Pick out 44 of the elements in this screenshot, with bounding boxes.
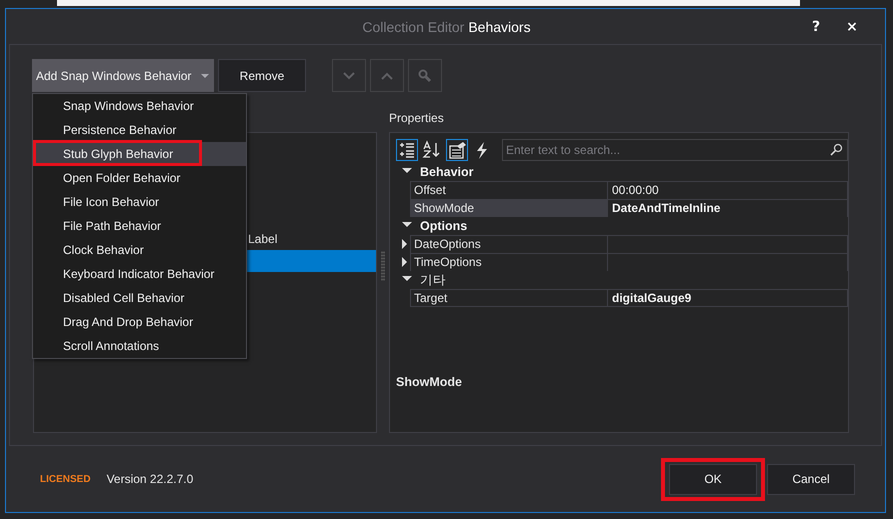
dialog-button[interactable]: OK [669,464,757,494]
property-value[interactable]: digitalGauge9 [607,289,848,307]
menu-item[interactable]: Keyboard Indicator Behavior [33,262,246,286]
close-button[interactable]: × [839,15,865,39]
category-label: 기타 [420,272,446,288]
window-title: Behaviors [468,18,531,34]
categorized-button[interactable] [396,138,418,160]
property-name[interactable]: DateOptions [410,235,607,253]
menu-item[interactable]: Open Folder Behavior [33,166,246,190]
title-prefix: Collection Editor [362,18,464,34]
version-label: Version 22.2.7.0 [106,472,194,486]
menu-item[interactable]: Stub Glyph Behavior [33,142,246,166]
menu-item[interactable]: Scroll Annotations [33,334,246,358]
menu-item[interactable]: Clock Behavior [33,238,246,262]
menu-item[interactable]: Disabled Cell Behavior [33,286,246,310]
expand-arrow-icon[interactable] [400,257,410,267]
menu-item[interactable]: File Icon Behavior [33,190,246,214]
property-value[interactable]: DateAndTimeInline [607,199,848,217]
dialog-button[interactable]: Cancel [767,464,855,494]
help-button[interactable]: ? [803,15,829,39]
add-behavior-dropdown[interactable]: Add Snap Windows Behavior [32,59,214,92]
properties-label: Properties [389,111,445,127]
menu-item[interactable]: File Path Behavior [33,214,246,238]
property-name[interactable]: TimeOptions [410,253,607,271]
property-name[interactable]: Target [410,289,607,307]
expand-arrow-icon[interactable] [400,239,410,249]
property-pages-icon [447,140,467,160]
remove-button[interactable]: Remove [218,59,306,92]
search-icon [418,68,432,82]
property-name[interactable]: ShowMode [410,199,607,217]
menu-item[interactable]: Snap Windows Behavior [33,94,246,118]
search-field[interactable]: Enter text to search... [502,138,848,160]
pages-button[interactable] [446,138,468,160]
search-icon [829,142,843,156]
property-value[interactable]: 00:00:00 [607,181,848,199]
category-label: Options [420,219,468,233]
menu-item[interactable]: Drag And Drop Behavior [33,310,246,334]
splitter-handle[interactable] [381,251,385,281]
caret-icon [201,74,209,78]
license-label: LICENSED [40,474,91,484]
sort-az-icon [422,140,442,160]
category-label: Behavior [420,165,474,179]
menu-item[interactable]: Persistence Behavior [33,118,246,142]
description-title: ShowMode [396,375,463,389]
